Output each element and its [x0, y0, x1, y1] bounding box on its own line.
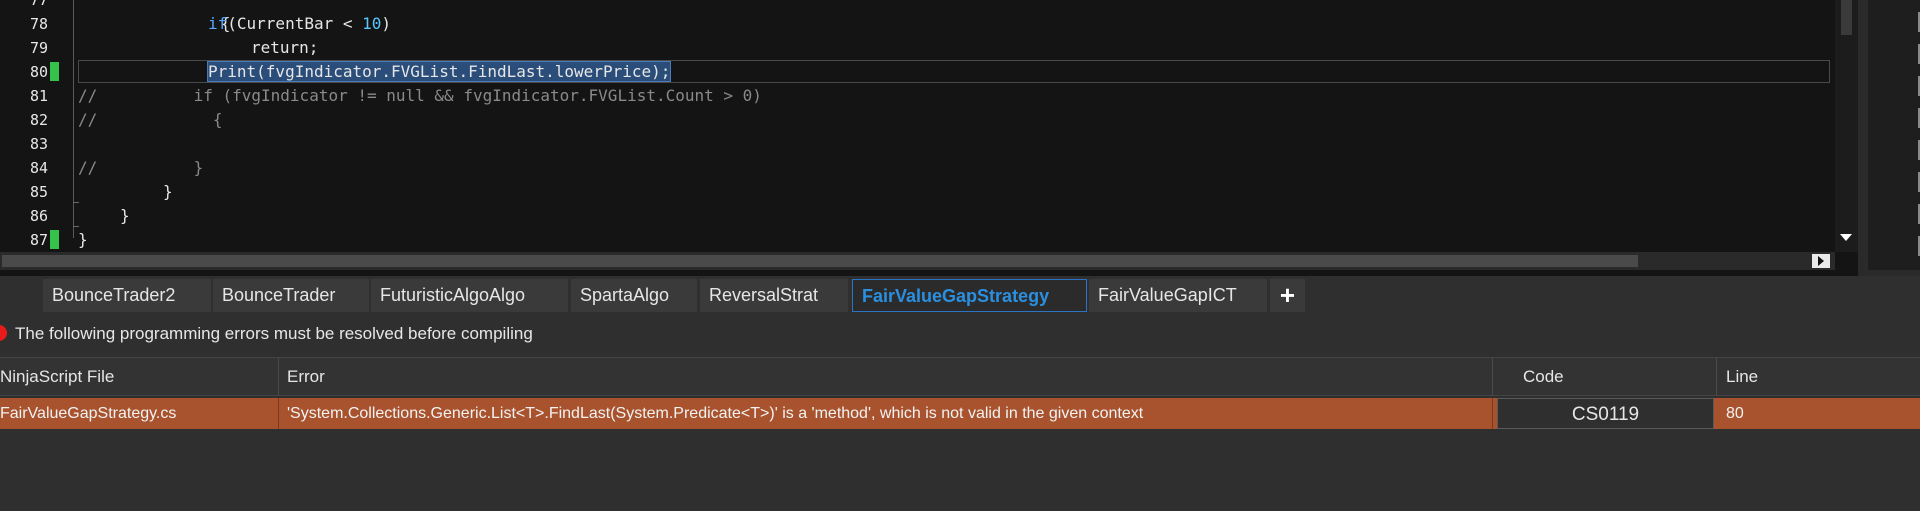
code-editor[interactable]: 77 78 79 80 81 82 83 84 85 86 87 { if(Cu… — [0, 0, 1858, 276]
line-number: 81 — [29, 87, 48, 105]
code-line-84-comment: // } — [78, 158, 204, 177]
line-number-gutter: 77 78 79 80 81 82 83 84 85 86 87 — [0, 0, 68, 252]
code-line-81-comment: // if (fvgIndicator != null && fvgIndica… — [78, 86, 762, 105]
scroll-down-arrow-icon[interactable] — [1840, 234, 1852, 241]
right-side-panel — [1858, 0, 1920, 276]
line-number: 78 — [29, 15, 48, 33]
column-header-file[interactable]: NinjaScript File — [0, 358, 279, 396]
error-summary: The following programming errors must be… — [0, 314, 1920, 354]
line-number: 77 — [29, 0, 48, 9]
line-number: 87 — [29, 231, 48, 249]
table-row[interactable]: FairValueGapStrategy.cs 'System.Collecti… — [0, 398, 1920, 429]
tab-fairvaluegapstrategy[interactable]: FairValueGapStrategy — [852, 279, 1087, 312]
code-line-85: } — [163, 182, 173, 201]
code-line-79: return; — [251, 38, 319, 57]
code-line-80: Print(fvgIndicator.FVGList.FindLast.lowe… — [206, 60, 672, 84]
error-message-cell: 'System.Collections.Generic.List<T>.Find… — [279, 398, 1493, 429]
keyword-if: if — [208, 14, 228, 33]
file-tab-bar: BounceTrader2 BounceTrader FuturisticAlg… — [0, 276, 1920, 314]
line-number: 82 — [29, 111, 48, 129]
error-icon — [0, 325, 7, 341]
error-line-cell: 80 — [1726, 405, 1744, 422]
code-line-86: } — [120, 206, 130, 225]
horizontal-scroll-thumb[interactable] — [2, 255, 1638, 267]
number-literal: 10 — [362, 14, 382, 33]
line-number: 85 — [29, 183, 48, 201]
code-line-82-comment: // { — [78, 110, 223, 129]
text-caret — [670, 63, 672, 82]
column-header-line[interactable]: Line — [1718, 358, 1920, 396]
error-code-cell: CS0119 — [1497, 398, 1714, 429]
vertical-scroll-thumb[interactable] — [1841, 0, 1852, 35]
line-number: 86 — [29, 207, 48, 225]
horizontal-scrollbar[interactable] — [0, 252, 1835, 270]
scroll-right-arrow-icon[interactable] — [1812, 254, 1830, 268]
tab-bouncetrader2[interactable]: BounceTrader2 — [43, 279, 211, 312]
line-number: 84 — [29, 159, 48, 177]
changed-line-marker — [50, 230, 59, 249]
column-header-code[interactable]: Code — [1515, 358, 1717, 396]
code-area[interactable]: { if(CurrentBar < 10) return; Print(fvgI… — [78, 0, 1838, 252]
right-panel-content — [1868, 0, 1920, 270]
tab-reversalstrat[interactable]: ReversalStrat — [700, 279, 848, 312]
column-header-error[interactable]: Error — [279, 358, 1493, 396]
code-line-77: { — [220, 14, 231, 33]
tab-bouncetrader[interactable]: BounceTrader — [213, 279, 369, 312]
selected-code[interactable]: Print(fvgIndicator.FVGList.FindLast.lowe… — [206, 61, 672, 82]
add-tab-button[interactable]: + — [1270, 279, 1305, 312]
error-file-cell: FairValueGapStrategy.cs — [0, 398, 279, 429]
vertical-scrollbar[interactable] — [1835, 0, 1858, 252]
tab-fairvaluegapict[interactable]: FairValueGapICT — [1089, 279, 1267, 312]
tab-futuristicalgoalgo[interactable]: FuturisticAlgoAlgo — [371, 279, 568, 312]
line-number: 80 — [29, 63, 48, 81]
changed-line-marker — [50, 62, 59, 81]
code-line-78: if(CurrentBar < 10) — [208, 14, 392, 33]
tab-spartaalgo[interactable]: SpartaAlgo — [571, 279, 697, 312]
keyword-return: return — [251, 38, 309, 57]
error-grid-header: NinjaScript File Error Code Line — [0, 357, 1920, 396]
error-summary-text: The following programming errors must be… — [15, 324, 533, 343]
error-grid-empty-area — [0, 429, 1920, 511]
line-number: 83 — [29, 135, 48, 153]
line-number: 79 — [29, 39, 48, 57]
code-line-87: } — [78, 230, 88, 249]
